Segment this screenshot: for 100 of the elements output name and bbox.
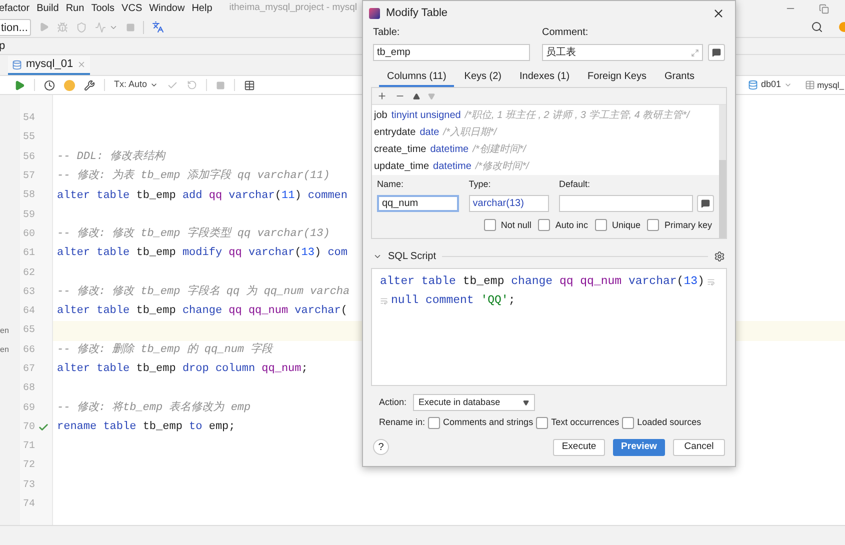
code-line: alter table tb_emp change qq qq_num varchar(13): [380, 274, 704, 290]
move-up-icon[interactable]: [413, 92, 420, 100]
profiler-icon[interactable]: [94, 22, 106, 32]
dialog-button[interactable]: Preview: [613, 438, 665, 456]
restore-icon[interactable]: [819, 4, 829, 14]
history-icon[interactable]: [44, 80, 55, 90]
line-number: 60: [23, 228, 36, 242]
wrench-icon[interactable]: [84, 80, 95, 90]
help-button[interactable]: ?: [373, 439, 389, 455]
checkbox[interactable]: [428, 416, 440, 429]
soft-wrap-icon: [707, 278, 716, 286]
checkbox[interactable]: [538, 219, 550, 232]
code-comment: -- DDL: 修改表结构: [57, 149, 165, 165]
dialog-tab[interactable]: Keys (2): [456, 67, 510, 87]
column-row[interactable]: create_time datetime /*创建时间*/: [374, 141, 719, 158]
move-down-icon[interactable]: [428, 92, 435, 100]
menu-item[interactable]: Window: [149, 1, 185, 16]
dialog-tab[interactable]: Foreign Keys: [580, 67, 654, 87]
panel-text: en: [0, 344, 9, 356]
parameter-icon[interactable]: [64, 80, 75, 90]
line-number: 63: [23, 286, 36, 300]
line-number: 74: [23, 498, 36, 512]
default-field[interactable]: [559, 194, 693, 212]
menu-item[interactable]: Build: [36, 1, 59, 16]
close-icon[interactable]: [712, 6, 725, 20]
column-row[interactable]: entrydate date /*入职日期*/: [374, 124, 719, 141]
checkbox-label: Text occurrences: [551, 416, 620, 429]
add-icon[interactable]: [377, 91, 387, 101]
field-label: Default:: [559, 178, 592, 191]
table-icon[interactable]: [244, 80, 256, 90]
commit-icon[interactable]: [167, 80, 178, 90]
line-number: 54: [23, 112, 36, 126]
column-row[interactable]: job tinyint unsigned /*职位, 1 班主任 , 2 讲师 , 3 学工主管, 4 教研主管*/: [374, 107, 719, 124]
table-name-field[interactable]: tb_emp: [373, 44, 530, 61]
stop-icon[interactable]: [216, 80, 226, 90]
rollback-icon[interactable]: [187, 80, 198, 90]
menu-item[interactable]: Help: [192, 1, 212, 16]
checkbox-label: Unique: [612, 218, 640, 232]
checkbox[interactable]: [536, 416, 548, 429]
run-icon[interactable]: [38, 22, 49, 32]
dialog-button[interactable]: Execute: [553, 438, 605, 456]
action-dropdown[interactable]: Execute in database: [412, 394, 535, 411]
comment-button[interactable]: [708, 44, 725, 61]
line-number: 66: [23, 344, 36, 358]
dialog-button[interactable]: Cancel: [673, 438, 725, 456]
checkbox[interactable]: [647, 219, 660, 232]
bug-icon[interactable]: [56, 22, 68, 32]
file-tab[interactable]: mysql_01: [8, 56, 90, 75]
line-number: 59: [23, 208, 36, 223]
code-comment: -- 修改: 修改 tb_emp 字段类型 qq varchar(13): [57, 226, 330, 242]
line-number: 57: [23, 170, 36, 184]
settings-icon[interactable]: [714, 251, 725, 262]
code-comment: -- 修改: 将tb_emp 表名修改为 emp: [57, 400, 251, 416]
search-icon[interactable]: [811, 21, 823, 33]
type-field[interactable]: varchar(13): [468, 194, 549, 212]
expand-icon[interactable]: [691, 48, 699, 56]
comment-button[interactable]: [697, 194, 714, 212]
line-number: 55: [23, 131, 36, 146]
line-number: 70: [23, 420, 36, 435]
name-field[interactable]: qq_num: [377, 194, 459, 212]
line-number: 73: [23, 478, 36, 493]
sql-file-icon: [12, 60, 22, 70]
field-label: Type:: [468, 178, 492, 191]
comment-icon: [701, 198, 710, 208]
coverage-icon[interactable]: [76, 22, 87, 32]
translate-icon[interactable]: [152, 21, 164, 33]
code-line: alter table tb_emp add qq varchar(11) commen: [57, 188, 348, 204]
transaction-mode-dropdown[interactable]: Tx: Auto: [114, 78, 158, 92]
field-label: Action:: [379, 396, 407, 409]
soft-wrap-icon: [380, 296, 388, 304]
checkbox-label: Primary key: [664, 218, 712, 232]
column-row[interactable]: update_time datetime /*修改时间*/: [374, 158, 719, 175]
section-title: SQL Script: [388, 250, 436, 264]
menu-item[interactable]: VCS: [122, 1, 142, 16]
scrollbar[interactable]: [719, 105, 726, 238]
checkbox-label: Comments and strings: [443, 416, 534, 429]
checkbox-label: Not null: [500, 218, 532, 232]
execute-icon[interactable]: [14, 80, 25, 90]
field-label: Comment:: [542, 26, 590, 40]
line-number: 62: [23, 266, 36, 281]
line-number: 58: [23, 189, 36, 204]
console-selector[interactable]: mysql_: [805, 78, 844, 92]
menu-item[interactable]: Run: [66, 1, 84, 16]
checkbox-label: Loaded sources: [637, 416, 702, 429]
datasource-dropdown[interactable]: db01: [748, 78, 792, 92]
panel-label: p: [0, 38, 6, 54]
comment-field[interactable]: 员工表: [542, 44, 703, 61]
line-number: 64: [23, 305, 36, 320]
expand-caret-icon[interactable]: [373, 252, 382, 261]
run-config-button[interactable]: tion...: [0, 18, 31, 36]
stop-icon[interactable]: [126, 22, 135, 32]
code-line: rename table tb_emp to emp;: [57, 420, 236, 436]
comment-icon: [712, 48, 721, 57]
dialog-tab[interactable]: Indexes (1): [512, 67, 578, 87]
field-label: Rename in:: [379, 416, 426, 429]
checkbox[interactable]: [484, 219, 496, 232]
menu-item[interactable]: Tools: [91, 1, 115, 16]
dialog-tab[interactable]: Grants: [656, 67, 702, 87]
checkbox[interactable]: [594, 219, 607, 232]
checkbox[interactable]: [622, 416, 634, 429]
